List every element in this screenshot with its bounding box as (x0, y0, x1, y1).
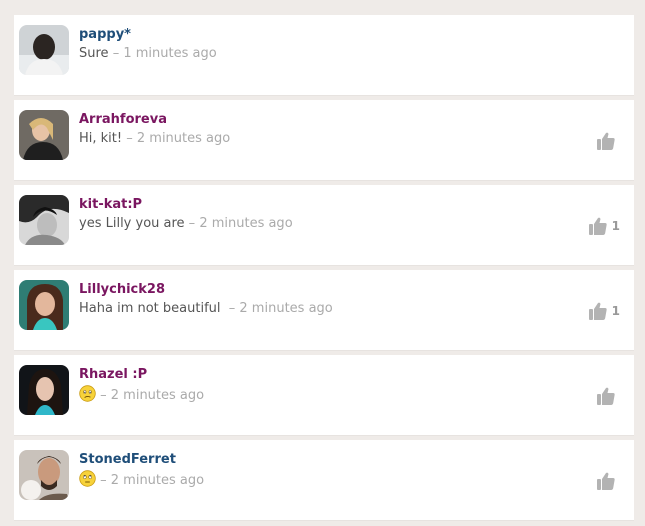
avatar[interactable] (19, 450, 69, 500)
thumbs-up-icon (588, 302, 607, 320)
comment-card: Lillychick28 Haha im not beautiful – 2 m… (14, 270, 634, 350)
thumbs-up-icon (597, 387, 615, 405)
avatar-photo (19, 195, 69, 245)
avatar-photo (19, 450, 69, 500)
comment-timestamp: 2 minutes ago (239, 301, 333, 316)
comment-feed: pappy* Sure – 1 minutes ago Arrahforeva … (0, 0, 645, 526)
like-count: 1 (611, 219, 620, 233)
comment-card: StonedFerret – 2 minutes ago (14, 440, 634, 520)
comment-body: Haha im not beautiful – 2 minutes ago (79, 300, 333, 318)
comment-body: Hi, kit! – 2 minutes ago (79, 130, 230, 148)
avatar-photo (19, 25, 69, 75)
comment-text: Sure (79, 46, 109, 61)
comment-body: Sure – 1 minutes ago (79, 45, 217, 63)
thumbs-up-icon (588, 217, 607, 235)
comment-timestamp: 2 minutes ago (199, 216, 293, 231)
comment-separator: – (96, 473, 111, 488)
comment-card: pappy* Sure – 1 minutes ago (14, 15, 634, 95)
comment-username[interactable]: kit-kat:P (79, 197, 142, 213)
comment-separator: – (184, 216, 200, 231)
comment-timestamp: 2 minutes ago (110, 473, 205, 488)
comment-body: yes Lilly you are – 2 minutes ago (79, 215, 293, 233)
comment-username[interactable]: StonedFerret (79, 452, 176, 468)
comment-text: yes Lilly you are (79, 216, 185, 231)
thumbs-up-icon (597, 132, 615, 150)
comment-timestamp: 1 minutes ago (123, 46, 217, 61)
avatar-photo (19, 365, 69, 415)
like-button[interactable]: 1 (588, 300, 620, 322)
comment-separator: – (122, 131, 137, 146)
like-count: 1 (611, 304, 620, 318)
comment-text: Hi, kit! (79, 131, 123, 146)
comment-body: – 2 minutes ago (79, 470, 204, 490)
like-button[interactable]: 1 (588, 215, 620, 237)
comment-username[interactable]: Lillychick28 (79, 282, 165, 298)
avatar-photo (19, 280, 69, 330)
avatar[interactable] (19, 280, 69, 330)
comment-username[interactable]: Arrahforeva (79, 112, 167, 128)
avatar[interactable] (19, 365, 69, 415)
avatar[interactable] (19, 195, 69, 245)
comment-card: Arrahforeva Hi, kit! – 2 minutes ago (14, 100, 634, 180)
comment-username[interactable]: pappy* (79, 27, 131, 43)
comment-timestamp: 2 minutes ago (136, 131, 231, 146)
comment-card: kit-kat:P yes Lilly you are – 2 minutes … (14, 185, 634, 265)
comment-separator: – (224, 301, 240, 316)
comment-separator: – (108, 46, 124, 61)
eye-roll-face-emoji (79, 470, 96, 487)
comment-username[interactable]: Rhazel :P (79, 367, 147, 383)
comment-timestamp: 2 minutes ago (110, 388, 205, 403)
like-button[interactable] (596, 470, 620, 492)
comment-body: – 2 minutes ago (79, 385, 204, 405)
comment-separator: – (96, 388, 111, 403)
avatar[interactable] (19, 25, 69, 75)
comment-text: Haha im not beautiful (79, 301, 225, 316)
comment-card: Rhazel :P – 2 minutes ago (14, 355, 634, 435)
worried-face-emoji (79, 385, 96, 402)
like-button[interactable] (596, 385, 620, 407)
thumbs-up-icon (597, 472, 615, 490)
avatar[interactable] (19, 110, 69, 160)
avatar-photo (19, 110, 69, 160)
like-button[interactable] (596, 130, 620, 152)
